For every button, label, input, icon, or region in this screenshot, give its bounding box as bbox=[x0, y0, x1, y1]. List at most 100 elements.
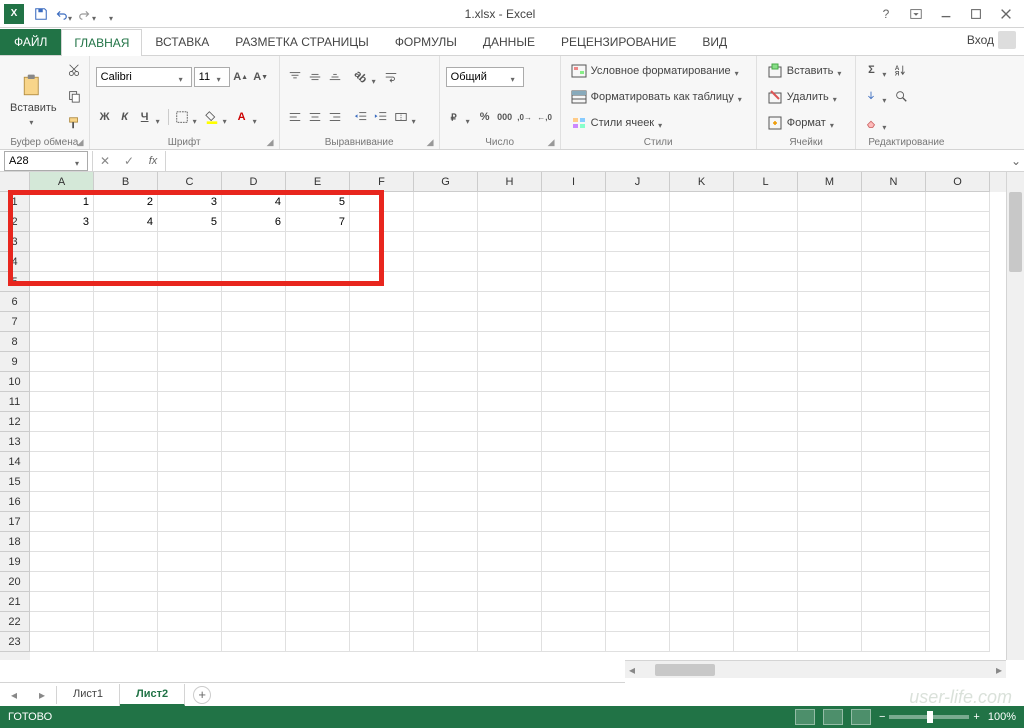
cell[interactable] bbox=[542, 512, 606, 532]
cell[interactable] bbox=[862, 492, 926, 512]
cell[interactable] bbox=[606, 612, 670, 632]
cell[interactable] bbox=[222, 332, 286, 352]
cell[interactable] bbox=[734, 592, 798, 612]
cell[interactable]: 3 bbox=[30, 212, 94, 232]
cell[interactable] bbox=[158, 592, 222, 612]
format-cells-button[interactable]: Формат bbox=[763, 114, 850, 132]
cell[interactable] bbox=[670, 332, 734, 352]
row-header[interactable]: 19 bbox=[0, 552, 30, 572]
cell[interactable] bbox=[478, 572, 542, 592]
row-header[interactable]: 16 bbox=[0, 492, 30, 512]
cell[interactable] bbox=[350, 372, 414, 392]
cell[interactable] bbox=[158, 352, 222, 372]
cell[interactable] bbox=[798, 512, 862, 532]
cell[interactable] bbox=[926, 372, 990, 392]
cell[interactable] bbox=[94, 292, 158, 312]
cell[interactable] bbox=[478, 632, 542, 652]
cell[interactable] bbox=[414, 632, 478, 652]
cell[interactable] bbox=[286, 432, 350, 452]
row-header[interactable]: 7 bbox=[0, 312, 30, 332]
cell[interactable] bbox=[606, 432, 670, 452]
cell[interactable] bbox=[542, 472, 606, 492]
cell[interactable] bbox=[94, 572, 158, 592]
underline-button[interactable]: Ч bbox=[136, 108, 154, 126]
cell[interactable] bbox=[734, 352, 798, 372]
cell[interactable] bbox=[158, 392, 222, 412]
cell[interactable]: 1 bbox=[30, 192, 94, 212]
cell[interactable] bbox=[798, 372, 862, 392]
column-header[interactable]: M bbox=[798, 172, 862, 192]
cell[interactable] bbox=[798, 472, 862, 492]
cell[interactable] bbox=[286, 392, 350, 412]
cell[interactable]: 3 bbox=[158, 192, 222, 212]
cell[interactable] bbox=[478, 292, 542, 312]
cell[interactable] bbox=[414, 252, 478, 272]
row-header[interactable]: 20 bbox=[0, 572, 30, 592]
cell[interactable]: 5 bbox=[158, 212, 222, 232]
cell[interactable] bbox=[926, 512, 990, 532]
font-size-combo[interactable]: 11 bbox=[194, 67, 230, 87]
cell[interactable] bbox=[606, 212, 670, 232]
cell[interactable] bbox=[286, 352, 350, 372]
cell[interactable] bbox=[158, 632, 222, 652]
cell[interactable] bbox=[478, 472, 542, 492]
cell[interactable] bbox=[94, 392, 158, 412]
cell[interactable] bbox=[798, 632, 862, 652]
cell[interactable] bbox=[222, 452, 286, 472]
cell[interactable] bbox=[542, 372, 606, 392]
cell[interactable] bbox=[478, 332, 542, 352]
cell[interactable] bbox=[222, 312, 286, 332]
cell[interactable] bbox=[606, 532, 670, 552]
column-header[interactable]: D bbox=[222, 172, 286, 192]
align-middle-button[interactable] bbox=[306, 68, 324, 86]
comma-button[interactable]: 000 bbox=[496, 108, 514, 126]
cell[interactable] bbox=[926, 392, 990, 412]
cell[interactable] bbox=[158, 512, 222, 532]
row-header[interactable]: 6 bbox=[0, 292, 30, 312]
cell[interactable] bbox=[222, 392, 286, 412]
zoom-in-button[interactable]: + bbox=[973, 711, 979, 723]
cell[interactable] bbox=[670, 472, 734, 492]
cell[interactable] bbox=[414, 412, 478, 432]
cell[interactable] bbox=[30, 352, 94, 372]
cell[interactable] bbox=[670, 292, 734, 312]
cell[interactable] bbox=[926, 292, 990, 312]
row-header[interactable]: 12 bbox=[0, 412, 30, 432]
cell[interactable] bbox=[478, 612, 542, 632]
cell[interactable] bbox=[926, 212, 990, 232]
cell[interactable] bbox=[350, 212, 414, 232]
cell[interactable] bbox=[286, 632, 350, 652]
cell[interactable] bbox=[926, 592, 990, 612]
cell[interactable] bbox=[862, 412, 926, 432]
cell[interactable] bbox=[606, 372, 670, 392]
cell[interactable] bbox=[222, 232, 286, 252]
cell[interactable] bbox=[862, 472, 926, 492]
cell[interactable] bbox=[862, 392, 926, 412]
cell[interactable] bbox=[798, 572, 862, 592]
cell[interactable] bbox=[478, 312, 542, 332]
cell-grid[interactable]: 1234534567 bbox=[30, 192, 1006, 660]
cell[interactable] bbox=[606, 312, 670, 332]
cell[interactable] bbox=[670, 592, 734, 612]
border-button[interactable] bbox=[173, 108, 191, 126]
cell[interactable] bbox=[670, 612, 734, 632]
cell[interactable] bbox=[798, 332, 862, 352]
cell[interactable] bbox=[222, 632, 286, 652]
cell[interactable] bbox=[30, 392, 94, 412]
vscroll-thumb[interactable] bbox=[1009, 192, 1022, 272]
cell[interactable] bbox=[798, 452, 862, 472]
fill-color-button[interactable] bbox=[203, 108, 221, 126]
cell[interactable] bbox=[798, 272, 862, 292]
cell[interactable] bbox=[862, 512, 926, 532]
row-header[interactable]: 10 bbox=[0, 372, 30, 392]
cell[interactable] bbox=[286, 532, 350, 552]
cell[interactable] bbox=[414, 352, 478, 372]
decrease-decimal-button[interactable]: ←,0 bbox=[536, 108, 554, 126]
cell[interactable] bbox=[414, 552, 478, 572]
row-header[interactable]: 8 bbox=[0, 332, 30, 352]
column-header[interactable]: B bbox=[94, 172, 158, 192]
cell[interactable] bbox=[350, 332, 414, 352]
cell[interactable] bbox=[606, 512, 670, 532]
cell[interactable] bbox=[798, 192, 862, 212]
select-all-corner[interactable] bbox=[0, 172, 30, 192]
